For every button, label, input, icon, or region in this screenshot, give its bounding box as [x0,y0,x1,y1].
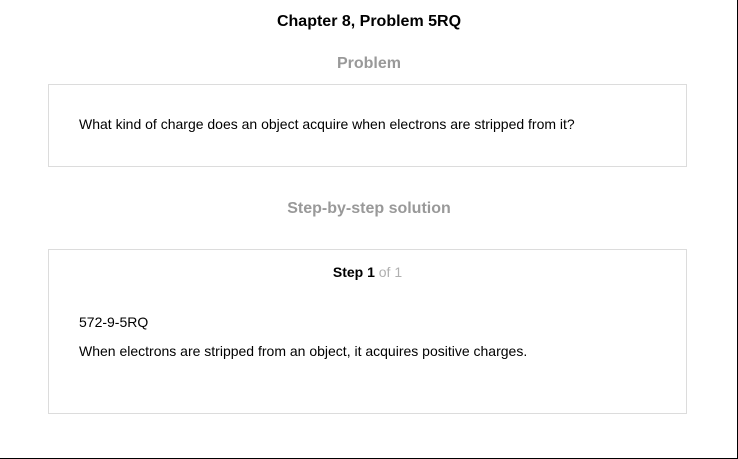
step-count: of 1 [374,264,403,280]
problem-box: What kind of charge does an object acqui… [48,84,687,167]
chapter-title: Chapter 8, Problem 5RQ [276,13,462,30]
problem-text: What kind of charge does an object acqui… [79,116,575,132]
solution-heading: Step-by-step solution [287,200,451,217]
step-header: Step 1 of 1 [49,264,686,281]
problem-heading: Problem [336,55,401,72]
step-box: Step 1 of 1 572-9-5RQ When electrons are… [48,249,687,414]
solution-image-ref: 572-9-5RQ [79,314,149,330]
step-label: Step 1 [332,264,375,280]
solution-text: When electrons are stripped from an obje… [79,343,528,359]
